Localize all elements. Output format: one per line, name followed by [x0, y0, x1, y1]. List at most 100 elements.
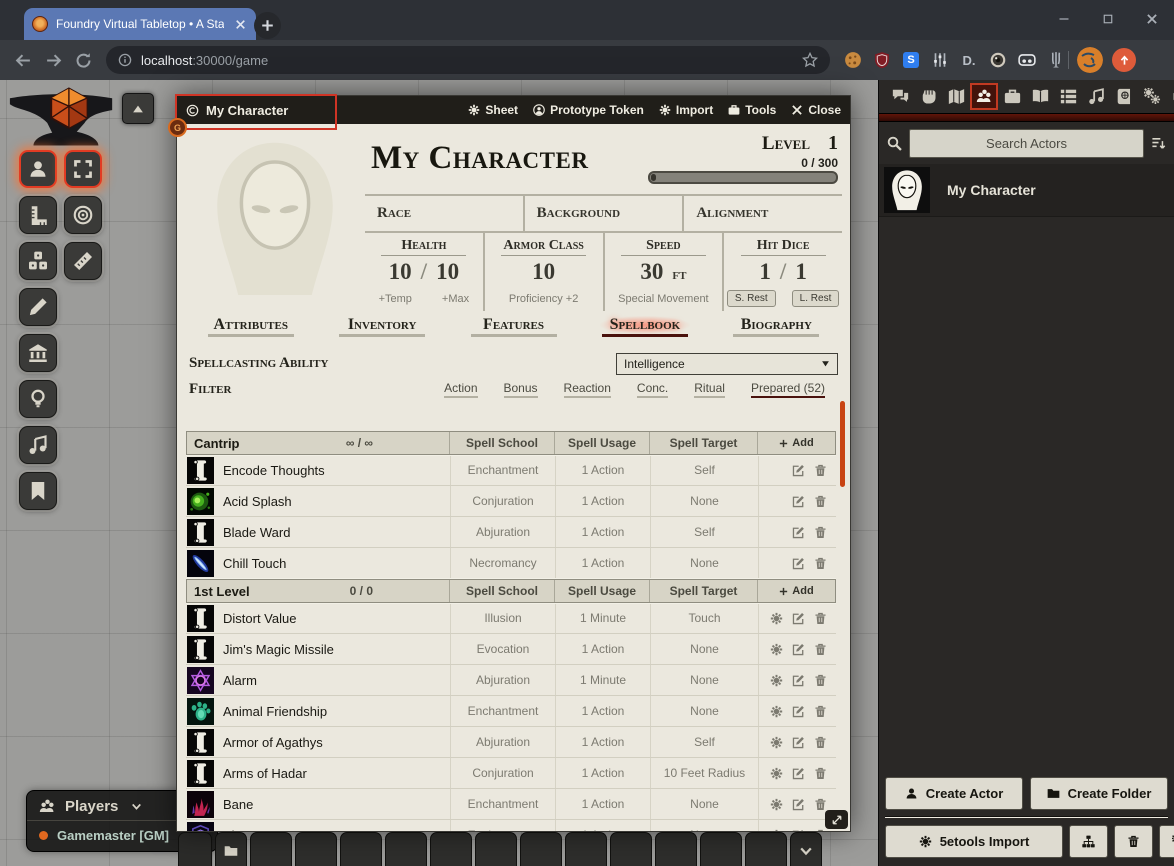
header-button-close[interactable]: Close — [791, 103, 841, 117]
spell-icon-scroll[interactable] — [187, 760, 214, 787]
spell-name[interactable]: Encode Thoughts — [223, 463, 325, 478]
tab-spellbook[interactable]: Spellbook — [579, 316, 710, 345]
edit-spell-icon[interactable] — [792, 612, 805, 625]
spell-row[interactable]: Armor of AgathysAbjuration1 ActionSelf — [186, 727, 836, 758]
sidebar-tab-tables[interactable] — [1054, 83, 1082, 110]
macro-slot[interactable] — [655, 832, 697, 866]
tab-attributes[interactable]: Attributes — [185, 316, 316, 345]
sidebar-tab-chat[interactable] — [886, 83, 914, 110]
spell-row[interactable]: AlarmAbjuration1 MinuteNone — [186, 665, 836, 696]
header-button-sheet[interactable]: Sheet — [468, 103, 518, 117]
spell-icon-bane[interactable] — [187, 791, 214, 818]
spell-row[interactable]: Jim's Magic MissileEvocation1 ActionNone — [186, 634, 836, 665]
filter-reaction[interactable]: Reaction — [551, 381, 624, 398]
edit-spell-icon[interactable] — [792, 526, 805, 539]
hp-current[interactable]: 10 — [389, 259, 412, 285]
spell-icon-acid[interactable] — [187, 488, 214, 515]
spell-name[interactable]: Animal Friendship — [223, 704, 327, 719]
prepare-spell-icon[interactable] — [770, 736, 783, 749]
filter-action[interactable]: Action — [431, 381, 490, 398]
spell-name[interactable]: Armor of Agathys — [223, 735, 323, 750]
spell-name[interactable]: Distort Value — [223, 611, 296, 626]
tool-tape[interactable] — [64, 242, 102, 280]
game-canvas[interactable]: Players Gamemaster [GM] My Character She… — [0, 80, 1174, 866]
spell-icon-scroll[interactable] — [187, 729, 214, 756]
edit-spell-icon[interactable] — [792, 736, 805, 749]
spell-name[interactable]: Alarm — [223, 673, 257, 688]
prepare-spell-icon[interactable] — [770, 612, 783, 625]
spell-name[interactable]: Blade Ward — [223, 525, 290, 540]
character-portrait[interactable] — [185, 128, 365, 311]
add-spell-button[interactable]: Add — [757, 432, 835, 454]
actor-avatar[interactable] — [884, 167, 930, 213]
reload-button[interactable] — [68, 45, 98, 75]
spell-name[interactable]: Bane — [223, 797, 253, 812]
cookie-extension[interactable] — [844, 51, 862, 69]
macro-slot[interactable] — [700, 832, 742, 866]
spell-icon-bless[interactable] — [187, 822, 214, 832]
section-slots[interactable]: ∞ / ∞ — [346, 436, 449, 450]
new-tab-button[interactable] — [254, 12, 281, 39]
macro-slot[interactable] — [340, 832, 382, 866]
bookmark-star-icon[interactable] — [802, 52, 818, 68]
long-rest-button[interactable]: L. Rest — [792, 290, 840, 307]
sheet-window-titlebar[interactable]: My Character SheetPrototype TokenImportT… — [177, 96, 850, 124]
back-button[interactable] — [8, 45, 38, 75]
filter-prepared-52-[interactable]: Prepared (52) — [738, 381, 838, 398]
spell-name[interactable]: Chill Touch — [223, 556, 286, 571]
delete-spell-icon[interactable] — [814, 526, 827, 539]
race-field[interactable]: Race — [365, 196, 523, 231]
macro-slot[interactable] — [430, 832, 472, 866]
spell-name[interactable]: Jim's Magic Missile — [223, 642, 334, 657]
header-button-import[interactable]: Import — [659, 103, 713, 117]
window-minimize-button[interactable] — [1042, 0, 1086, 38]
delete-spell-icon[interactable] — [814, 829, 827, 832]
tool-measure[interactable] — [19, 196, 57, 234]
delete-spell-icon[interactable] — [814, 643, 827, 656]
search-actors-input[interactable] — [909, 129, 1144, 158]
short-rest-button[interactable]: S. Rest — [727, 290, 776, 307]
sidebar-tab-compendium[interactable] — [1110, 83, 1138, 110]
spell-name[interactable]: Arms of Hadar — [223, 766, 307, 781]
speed-value[interactable]: 30 — [640, 259, 663, 285]
spell-row[interactable]: BlessEnchantment1 ActionNone — [186, 820, 836, 831]
hp-tempmax-label[interactable]: +Max — [442, 293, 469, 305]
spell-row[interactable]: Acid SplashConjuration1 ActionNone — [186, 486, 836, 517]
edit-spell-icon[interactable] — [792, 557, 805, 570]
tool-dice[interactable] — [19, 242, 57, 280]
window-maximize-button[interactable] — [1086, 0, 1130, 38]
forward-button[interactable] — [38, 45, 68, 75]
hitdice-current[interactable]: 1 — [759, 259, 771, 285]
tab-inventory[interactable]: Inventory — [316, 316, 447, 345]
alignment-field[interactable]: Alignment — [682, 196, 842, 231]
xp-text[interactable]: 0 / 300 — [801, 156, 838, 170]
delete-spell-icon[interactable] — [814, 767, 827, 780]
window-resize-handle[interactable] — [825, 810, 848, 829]
edit-spell-icon[interactable] — [792, 643, 805, 656]
spell-row[interactable]: Blade WardAbjuration1 ActionSelf — [186, 517, 836, 548]
tab-biography[interactable]: Biography — [711, 316, 842, 345]
sidebar-tab-journal[interactable] — [1026, 83, 1054, 110]
edit-spell-icon[interactable] — [792, 798, 805, 811]
sliders-extension[interactable] — [931, 51, 949, 69]
spell-row[interactable]: BaneEnchantment1 ActionNone — [186, 789, 836, 820]
ublock-extension[interactable] — [873, 51, 891, 69]
tool-notes[interactable] — [19, 472, 57, 510]
tool-sounds[interactable] — [19, 426, 57, 464]
macro-slot[interactable] — [250, 832, 292, 866]
prepare-spell-icon[interactable] — [770, 798, 783, 811]
settings-button[interactable] — [1159, 825, 1174, 858]
eye-extension[interactable] — [989, 51, 1007, 69]
folder-tree-button[interactable] — [1069, 825, 1108, 858]
d-extension[interactable]: D. — [960, 51, 978, 69]
delete-spell-icon[interactable] — [814, 464, 827, 477]
spell-name[interactable]: Acid Splash — [223, 494, 292, 509]
section-slots[interactable]: 0 / 0 — [350, 584, 449, 598]
spell-icon-scroll[interactable] — [187, 519, 214, 546]
delete-spell-icon[interactable] — [814, 495, 827, 508]
hotbar-page-down-button[interactable] — [790, 832, 822, 866]
delete-spell-icon[interactable] — [814, 736, 827, 749]
s-extension[interactable]: S — [902, 51, 920, 69]
spell-icon-scroll[interactable] — [187, 636, 214, 663]
tool-target[interactable] — [64, 196, 102, 234]
